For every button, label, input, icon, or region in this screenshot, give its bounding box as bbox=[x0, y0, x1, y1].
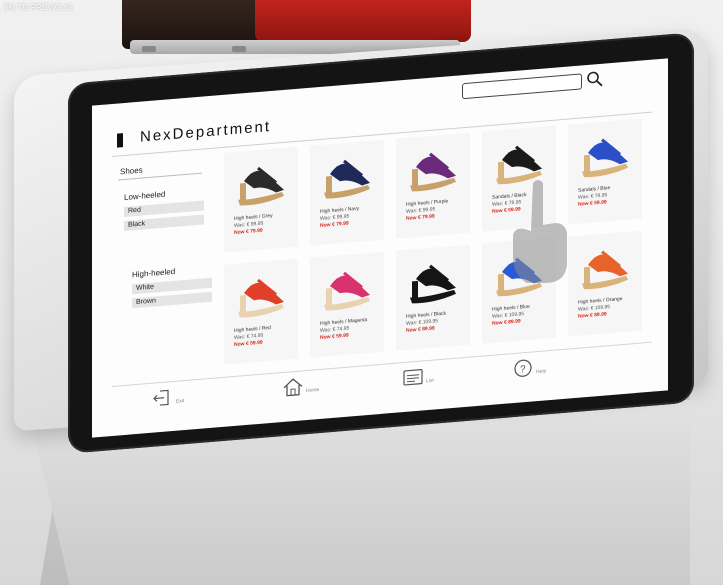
logo-icon bbox=[117, 133, 123, 148]
product-now-price: Now € 59.99 bbox=[578, 199, 607, 208]
product-now-price: Now € 59.99 bbox=[320, 332, 349, 341]
nav-list-label: List bbox=[426, 377, 434, 385]
filter-sidebar: Shoes Low-heeled Red Black High-heeled W… bbox=[118, 155, 218, 363]
nav-home-label: Home bbox=[306, 386, 320, 395]
search-icon[interactable] bbox=[586, 70, 604, 89]
product-card[interactable]: Sandals / Blue Was: € 79.95 Now € 59.99 bbox=[568, 118, 642, 225]
product-now-price: Now € 79.99 bbox=[234, 227, 263, 237]
nav-exit-label: Exit bbox=[176, 398, 185, 405]
nav-list[interactable]: List bbox=[402, 363, 462, 394]
product-image bbox=[410, 152, 456, 192]
nav-help[interactable]: ? Help bbox=[512, 354, 572, 385]
search-input[interactable] bbox=[462, 73, 582, 100]
nav-help-label: Help bbox=[536, 368, 547, 376]
background-banner-text: 5% TO PREVIOUS bbox=[4, 3, 73, 12]
nav-exit[interactable]: Exit bbox=[152, 384, 212, 415]
product-image bbox=[582, 250, 628, 290]
product-now-price: Now € 79.99 bbox=[320, 220, 349, 229]
svg-text:?: ? bbox=[520, 364, 526, 375]
kiosk-screen: NexDepartment Shoes Low-heeled Red Black… bbox=[92, 58, 668, 438]
section-low-heeled[interactable]: Low-heeled bbox=[124, 190, 165, 202]
product-image bbox=[238, 278, 284, 318]
product-now-price: Now € 59.99 bbox=[234, 339, 263, 349]
shelf-foot bbox=[142, 46, 156, 52]
category-heading[interactable]: Shoes bbox=[120, 166, 143, 177]
product-image bbox=[238, 166, 284, 206]
home-icon bbox=[283, 378, 303, 397]
product-card[interactable]: High heels / Purple Was: € 99.95 Now € 79.… bbox=[396, 132, 470, 239]
product-now-price: Now € 79.99 bbox=[406, 213, 435, 222]
list-icon bbox=[403, 369, 423, 386]
product-grid: High heels / Grey Was: € 99.95 Now € 79.99… bbox=[224, 117, 662, 371]
nav-home[interactable]: Home bbox=[282, 373, 342, 404]
product-image bbox=[324, 159, 370, 199]
filter-option-brown[interactable]: Brown bbox=[132, 291, 212, 309]
exit-icon bbox=[153, 389, 169, 406]
product-now-price: Now € 89.99 bbox=[578, 311, 607, 320]
product-image bbox=[410, 264, 456, 304]
section-high-heeled[interactable]: High-heeled bbox=[132, 267, 175, 280]
brand-title: NexDepartment bbox=[140, 117, 272, 146]
product-now-price: Now € 89.99 bbox=[492, 318, 521, 327]
product-card[interactable]: High heels / Grey Was: € 99.95 Now € 79.99 bbox=[224, 146, 298, 253]
hand-pointer-icon bbox=[513, 180, 567, 283]
filter-option-black[interactable]: Black bbox=[124, 214, 204, 232]
help-icon: ? bbox=[514, 359, 532, 377]
product-image bbox=[324, 271, 370, 311]
product-card[interactable]: High heels / Navy Was: € 99.95 Now € 79.99 bbox=[310, 139, 384, 246]
product-card[interactable]: High heels / Black Was: € 109.95 Now € 89.… bbox=[396, 244, 470, 351]
product-image bbox=[582, 138, 628, 178]
product-card[interactable]: High heels / Magenta Was: € 74.95 Now € 59… bbox=[310, 251, 384, 358]
product-card[interactable]: High heels / Orange Was: € 109.95 Now € 89… bbox=[568, 230, 642, 337]
shelf-foot bbox=[232, 46, 246, 52]
product-now-price: Now € 89.99 bbox=[406, 325, 435, 334]
display-box-red bbox=[255, 0, 471, 42]
product-card[interactable]: High heels / Red Was: € 74.95 Now € 59.99 bbox=[224, 258, 298, 365]
